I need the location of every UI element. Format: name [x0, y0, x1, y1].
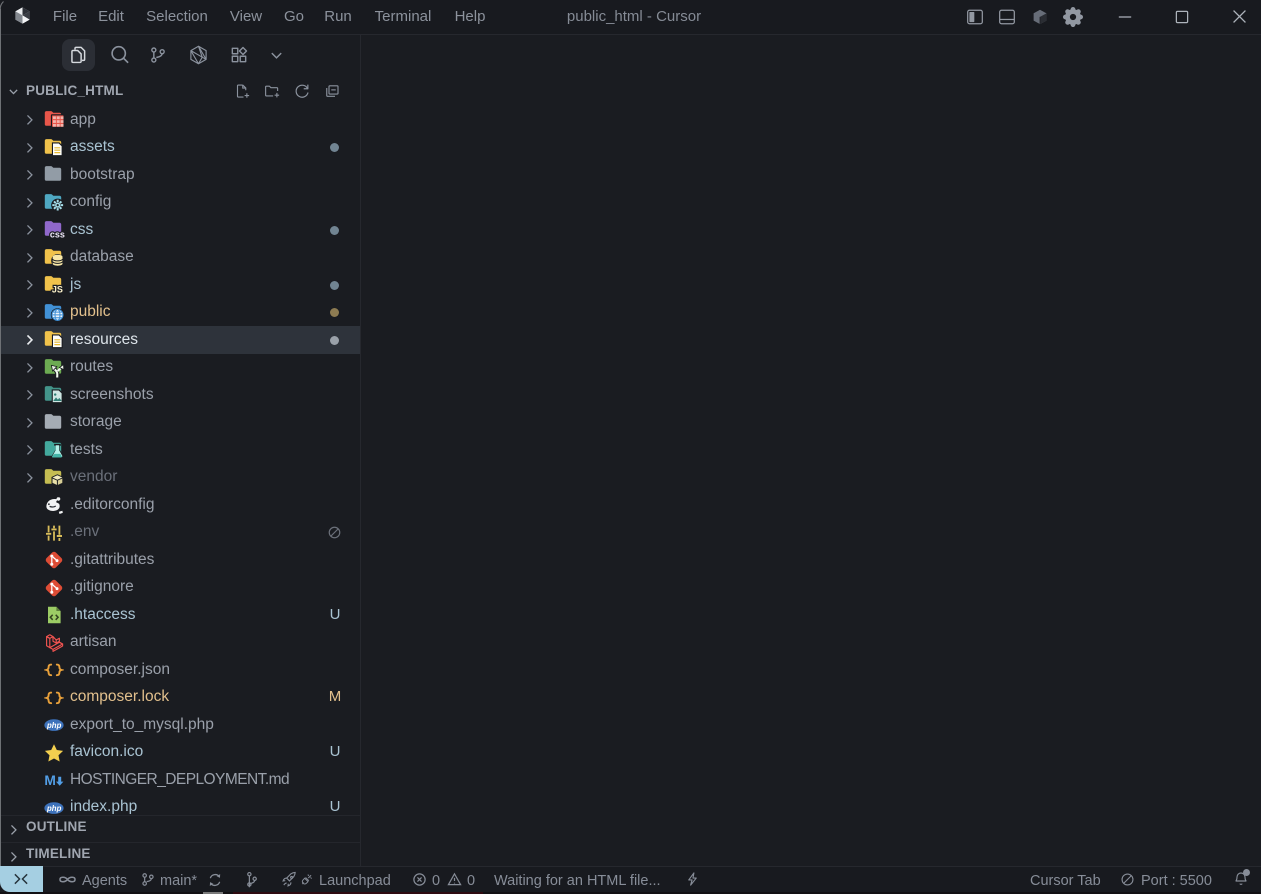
svg-text:css: css	[50, 230, 65, 240]
svg-text:php: php	[46, 804, 62, 813]
svg-text:php: php	[46, 721, 62, 730]
svg-text:JS: JS	[52, 285, 63, 295]
svg-text:M: M	[44, 773, 56, 788]
